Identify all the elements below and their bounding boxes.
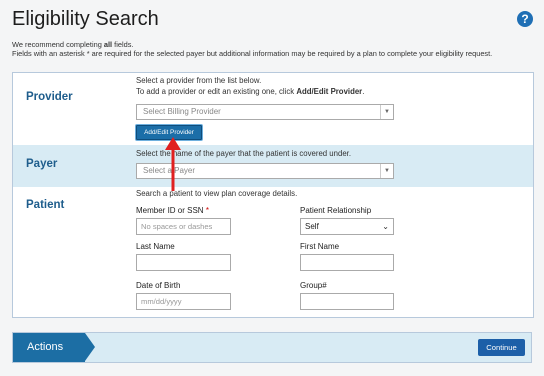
provider-help-2: To add a provider or edit an existing on… bbox=[136, 87, 365, 96]
actions-tab-arrow bbox=[85, 333, 95, 361]
caret-down-icon: ▼ bbox=[380, 164, 393, 178]
patient-section-label: Patient bbox=[26, 199, 65, 211]
provider-section: Provider Select a provider from the list… bbox=[13, 73, 533, 145]
continue-button[interactable]: Continue bbox=[478, 339, 525, 356]
relationship-label: Patient Relationship bbox=[300, 206, 372, 215]
intro-text: We recommend completing all fields. Fiel… bbox=[12, 40, 527, 58]
payer-section-label: Payer bbox=[26, 158, 58, 170]
page-title: Eligibility Search bbox=[12, 8, 159, 30]
dob-input[interactable]: mm/dd/yyyy bbox=[136, 293, 231, 310]
first-name-input[interactable] bbox=[300, 254, 394, 271]
intro-line-2: Fields with an asterisk * are required f… bbox=[12, 49, 493, 58]
payer-section: Payer Select the name of the payer that … bbox=[13, 145, 533, 187]
patient-help: Search a patient to view plan coverage d… bbox=[136, 189, 298, 198]
actions-tab: Actions bbox=[13, 333, 85, 362]
actions-bar: Actions Continue bbox=[12, 332, 532, 363]
caret-down-icon: ▼ bbox=[380, 105, 393, 119]
chevron-down-icon: ⌄ bbox=[382, 222, 389, 231]
member-id-label: Member ID or SSN * bbox=[136, 206, 209, 215]
first-name-label: First Name bbox=[300, 242, 340, 251]
group-label: Group# bbox=[300, 281, 327, 290]
patient-section: Patient Search a patient to view plan co… bbox=[13, 187, 533, 317]
last-name-label: Last Name bbox=[136, 242, 175, 251]
annotation-arrow-icon bbox=[165, 137, 181, 191]
provider-section-label: Provider bbox=[26, 91, 73, 103]
relationship-select[interactable]: Self ⌄ bbox=[300, 218, 394, 235]
member-id-input[interactable]: No spaces or dashes bbox=[136, 218, 231, 235]
eligibility-form: Provider Select a provider from the list… bbox=[12, 72, 534, 318]
intro-line-1: We recommend completing all fields. bbox=[12, 40, 134, 49]
dob-label: Date of Birth bbox=[136, 281, 181, 290]
help-icon[interactable]: ? bbox=[517, 11, 533, 27]
last-name-input[interactable] bbox=[136, 254, 231, 271]
billing-provider-select[interactable]: Select Billing Provider ▼ bbox=[136, 104, 394, 120]
provider-help-1: Select a provider from the list below. bbox=[136, 76, 262, 85]
group-input[interactable] bbox=[300, 293, 394, 310]
